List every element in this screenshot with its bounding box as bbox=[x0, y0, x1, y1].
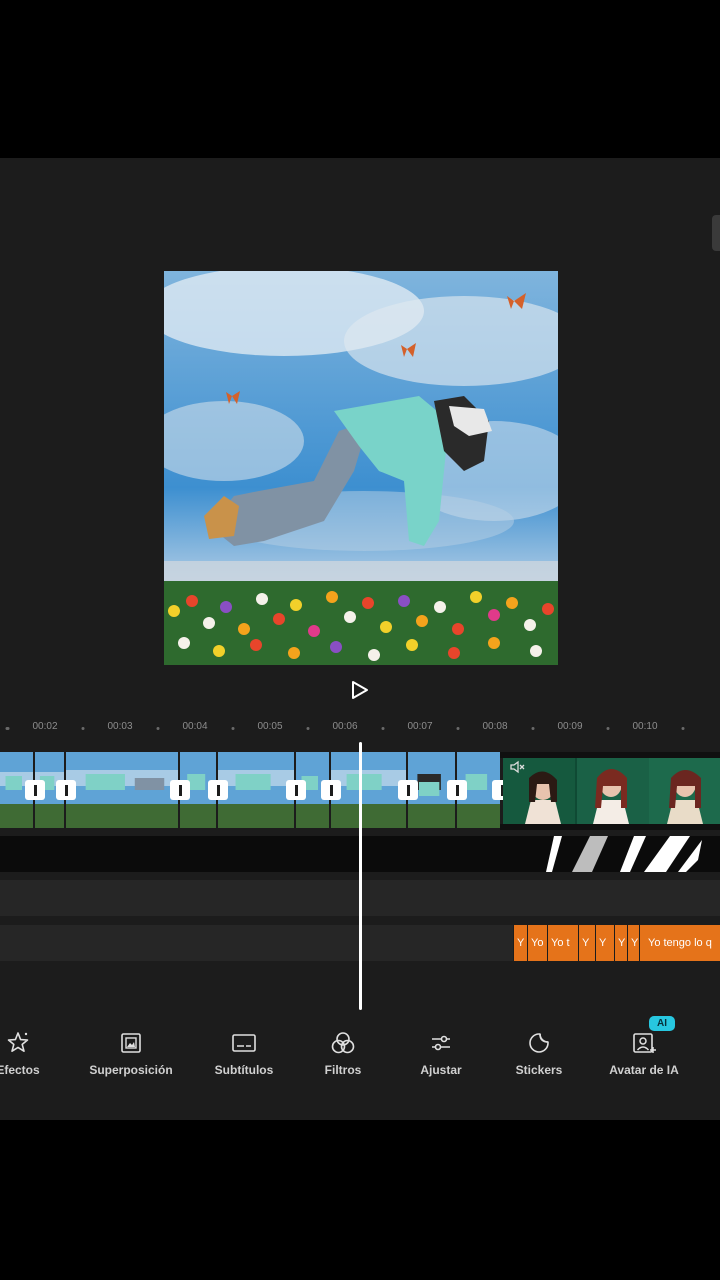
ruler-tick-dot bbox=[231, 727, 234, 730]
transition-button[interactable] bbox=[56, 780, 76, 800]
sliders-icon bbox=[432, 1035, 450, 1051]
clip-thumbnail bbox=[503, 758, 720, 824]
ruler-tick-dot bbox=[606, 727, 609, 730]
transition-icon bbox=[294, 784, 298, 796]
video-clip[interactable] bbox=[218, 752, 296, 828]
clip-thumbnail bbox=[331, 752, 406, 828]
ai-avatar-label: Avatar de IA bbox=[609, 1063, 679, 1077]
adjust-button[interactable]: Ajustar bbox=[386, 1030, 496, 1077]
transition-button[interactable] bbox=[447, 780, 467, 800]
subtitle-clip[interactable]: Yo t bbox=[547, 925, 578, 961]
video-preview[interactable] bbox=[164, 271, 558, 665]
status-area bbox=[0, 0, 720, 158]
subtitle-clip[interactable]: Y bbox=[614, 925, 627, 961]
transition-button[interactable] bbox=[170, 780, 190, 800]
transition-icon bbox=[329, 784, 333, 796]
bottom-bar bbox=[0, 1120, 720, 1280]
transition-button[interactable] bbox=[286, 780, 306, 800]
sticker-icon bbox=[529, 1033, 549, 1053]
ruler-tick-dot bbox=[5, 727, 9, 730]
transition-icon bbox=[64, 784, 68, 796]
effects-label: Efectos bbox=[0, 1063, 40, 1077]
transition-icon bbox=[216, 784, 220, 796]
ruler-tick-dot bbox=[381, 727, 384, 730]
transition-icon bbox=[178, 784, 182, 796]
clip-thumbnail bbox=[66, 752, 178, 828]
transition-icon bbox=[455, 784, 459, 796]
transition-button[interactable] bbox=[321, 780, 341, 800]
bottom-toolbar: Efectos Superposición Subtítulos Filtros… bbox=[0, 1020, 720, 1090]
subtitles-icon bbox=[232, 1034, 256, 1052]
clip-border bbox=[500, 824, 720, 830]
subtitle-clip[interactable]: Y bbox=[578, 925, 595, 961]
ruler-tick-label: 00:04 bbox=[182, 721, 208, 732]
play-button[interactable] bbox=[346, 676, 374, 704]
clip-thumbnail bbox=[218, 752, 294, 828]
subtitle-clip[interactable]: Y bbox=[513, 925, 527, 961]
time-ruler[interactable]: 00:02 00:03 00:04 00:05 00:06 00:07 00:08 00:09… bbox=[0, 716, 720, 740]
filters-button[interactable]: Filtros bbox=[288, 1030, 398, 1077]
overlay-clip[interactable] bbox=[546, 836, 720, 872]
filters-label: Filtros bbox=[324, 1063, 362, 1077]
ruler-tick-label: 00:06 bbox=[332, 721, 358, 732]
ruler-tick-label: 00:05 bbox=[257, 721, 283, 732]
subtitles-button[interactable]: Subtítulos bbox=[189, 1030, 299, 1077]
effects-star-icon bbox=[7, 1032, 29, 1052]
side-panel-handle[interactable] bbox=[712, 215, 720, 251]
ruler-tick-dot bbox=[456, 727, 459, 730]
play-icon bbox=[352, 681, 368, 699]
ai-avatar-button[interactable]: Avatar de IA bbox=[589, 1030, 699, 1077]
video-clip[interactable] bbox=[66, 752, 180, 828]
video-clip[interactable] bbox=[331, 752, 408, 828]
ruler-tick-dot bbox=[306, 727, 309, 730]
transition-icon bbox=[33, 784, 37, 796]
stickers-label: Stickers bbox=[515, 1063, 563, 1077]
overlay-label: Superposición bbox=[89, 1063, 173, 1077]
ruler-tick-dot bbox=[156, 727, 159, 730]
ruler-tick-dot bbox=[81, 727, 84, 730]
adjust-label: Ajustar bbox=[420, 1063, 462, 1077]
filters-circles-icon bbox=[331, 1032, 355, 1054]
transition-button[interactable] bbox=[398, 780, 418, 800]
stickers-button[interactable]: Stickers bbox=[484, 1030, 594, 1077]
overlay-image-icon bbox=[121, 1033, 141, 1053]
ruler-tick-label: 00:10 bbox=[632, 721, 658, 732]
ruler-tick-label: 00:09 bbox=[557, 721, 583, 732]
transition-icon bbox=[406, 784, 410, 796]
ruler-tick-dot bbox=[681, 727, 684, 730]
subtitle-clip[interactable]: Y bbox=[595, 925, 614, 961]
ai-badge: AI bbox=[649, 1016, 675, 1031]
subtitle-clip[interactable]: Yo bbox=[527, 925, 547, 961]
subtitles-label: Subtítulos bbox=[214, 1063, 274, 1077]
playhead[interactable] bbox=[359, 742, 362, 1010]
effects-button[interactable]: Efectos bbox=[0, 1030, 73, 1077]
transition-button[interactable] bbox=[208, 780, 228, 800]
ruler-tick-label: 00:03 bbox=[107, 721, 133, 732]
preview-artwork bbox=[164, 271, 558, 665]
transition-button[interactable] bbox=[25, 780, 45, 800]
overlay-button[interactable]: Superposición bbox=[76, 1030, 186, 1077]
ruler-tick-label: 00:08 bbox=[482, 721, 508, 732]
video-clip-second[interactable] bbox=[503, 758, 720, 824]
speaker-muted-icon[interactable] bbox=[510, 760, 526, 774]
ruler-tick-dot bbox=[531, 727, 534, 730]
ruler-tick-label: 00:02 bbox=[32, 721, 58, 732]
subtitle-clip[interactable]: Yo tengo lo q bbox=[639, 925, 720, 961]
overlay-thumbnail bbox=[546, 836, 720, 872]
subtitle-clip[interactable]: Y bbox=[627, 925, 639, 961]
ai-avatar-icon bbox=[633, 1033, 656, 1053]
ruler-tick-label: 00:07 bbox=[407, 721, 433, 732]
